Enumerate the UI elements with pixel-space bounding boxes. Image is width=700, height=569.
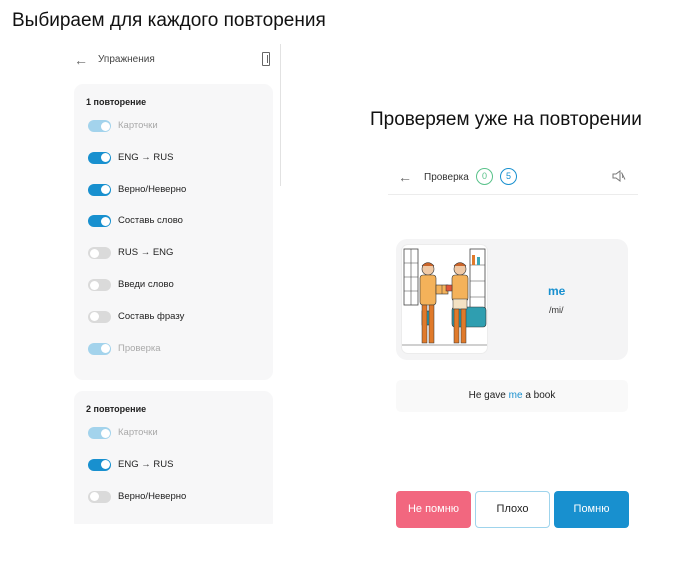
exercise-toggle[interactable] bbox=[88, 458, 111, 471]
remember-button[interactable]: Помню bbox=[554, 491, 629, 528]
exercise-label: RUS → ENG bbox=[118, 247, 174, 259]
exercise-toggle[interactable] bbox=[88, 310, 111, 323]
exercise-label: Карточки bbox=[118, 120, 158, 131]
scrollbar[interactable] bbox=[280, 44, 281, 186]
bad-button[interactable]: Плохо bbox=[475, 491, 550, 528]
toggle-knob bbox=[100, 121, 110, 131]
exercise-row[interactable]: Введи слово bbox=[88, 277, 268, 293]
example-after: a book bbox=[522, 390, 556, 401]
exercise-row[interactable]: ENG → RUS bbox=[88, 457, 268, 473]
toggle-knob bbox=[100, 460, 110, 470]
exercise-label: Составь слово bbox=[118, 215, 183, 227]
toggle-knob bbox=[100, 216, 110, 226]
total-count-badge: 5 bbox=[500, 168, 517, 185]
toggle-knob bbox=[100, 344, 110, 354]
exercise-label: ENG → RUS bbox=[118, 458, 174, 470]
book-icon[interactable] bbox=[262, 52, 270, 66]
exercise-row[interactable]: Карточки bbox=[88, 425, 268, 441]
repetition-card-1: 1 повторение Карточки ENG → RUS Верно/Неве… bbox=[74, 84, 273, 380]
exercise-row[interactable]: RUS → ENG bbox=[88, 245, 268, 261]
word-transcription: /mi/ bbox=[549, 305, 564, 315]
exercise-label: ENG → RUS bbox=[118, 151, 174, 163]
toggle-knob bbox=[100, 428, 110, 438]
exercise-row[interactable]: Проверка bbox=[88, 341, 268, 357]
example-sentence: He gave me a book bbox=[396, 380, 628, 412]
repetition-card-2: 2 повторение Карточки ENG → RUS Верно/Неве… bbox=[74, 391, 273, 524]
back-arrow-icon[interactable]: ← bbox=[74, 53, 88, 67]
exercise-toggle[interactable] bbox=[88, 247, 111, 260]
toggle-knob bbox=[89, 312, 99, 322]
exercise-row[interactable]: Составь слово bbox=[88, 213, 268, 229]
exercise-toggle[interactable] bbox=[88, 279, 111, 291]
forgot-button[interactable]: Не помню bbox=[396, 491, 471, 528]
exercise-toggle[interactable] bbox=[88, 215, 111, 228]
exercise-label: Верно/Неверно bbox=[118, 183, 187, 195]
exercise-label: Карточки bbox=[118, 427, 158, 438]
exercise-toggle[interactable] bbox=[88, 183, 111, 196]
example-highlight: me bbox=[508, 390, 523, 401]
toggle-knob bbox=[89, 248, 99, 258]
two-people-book-illustration bbox=[402, 248, 487, 346]
check-screen: ← Проверка 0 5 me /mi/ He gave me a book… bbox=[388, 155, 638, 545]
caption-right: Проверяем уже на повторении bbox=[370, 109, 642, 130]
repetition-title: 1 повторение bbox=[86, 97, 147, 107]
exercise-toggle[interactable] bbox=[88, 490, 111, 503]
exercise-label: Составь фразу bbox=[118, 310, 185, 322]
word-card[interactable]: me /mi/ bbox=[396, 239, 628, 360]
exercise-toggle[interactable] bbox=[88, 151, 111, 164]
page-title: Проверка bbox=[424, 172, 469, 183]
exercise-label: Верно/Неверно bbox=[118, 490, 187, 502]
settings-topbar: ← Упражнения bbox=[62, 44, 280, 74]
example-before: He gave bbox=[468, 390, 509, 401]
repetition-title: 2 повторение bbox=[86, 404, 147, 414]
toggle-knob bbox=[89, 492, 99, 502]
page-title: Упражнения bbox=[98, 54, 155, 65]
correct-count-badge: 0 bbox=[476, 168, 493, 185]
exercise-label: Проверка bbox=[118, 342, 161, 354]
exercise-row[interactable]: Верно/Неверно bbox=[88, 489, 268, 505]
exercise-row[interactable]: Верно/Неверно bbox=[88, 182, 268, 198]
toggle-knob bbox=[100, 185, 110, 195]
exercise-toggle bbox=[88, 120, 111, 132]
speaker-muted-icon[interactable] bbox=[612, 170, 626, 182]
check-topbar: ← Проверка 0 5 bbox=[388, 155, 638, 195]
back-arrow-icon[interactable]: ← bbox=[398, 170, 412, 184]
settings-screen: ← Упражнения 1 повторение Карточки ENG → … bbox=[62, 44, 282, 524]
toggle-knob bbox=[89, 280, 99, 290]
exercise-toggle bbox=[88, 342, 111, 355]
word-text: me bbox=[548, 284, 566, 298]
exercise-row[interactable]: Составь фразу bbox=[88, 309, 268, 325]
toggle-knob bbox=[100, 153, 110, 163]
exercise-label: Введи слово bbox=[118, 279, 174, 290]
caption-left: Выбираем для каждого повторения bbox=[12, 10, 326, 31]
exercise-toggle bbox=[88, 427, 111, 439]
exercise-row[interactable]: ENG → RUS bbox=[88, 150, 268, 166]
exercise-row[interactable]: Карточки bbox=[88, 118, 268, 134]
word-illustration bbox=[402, 245, 487, 353]
